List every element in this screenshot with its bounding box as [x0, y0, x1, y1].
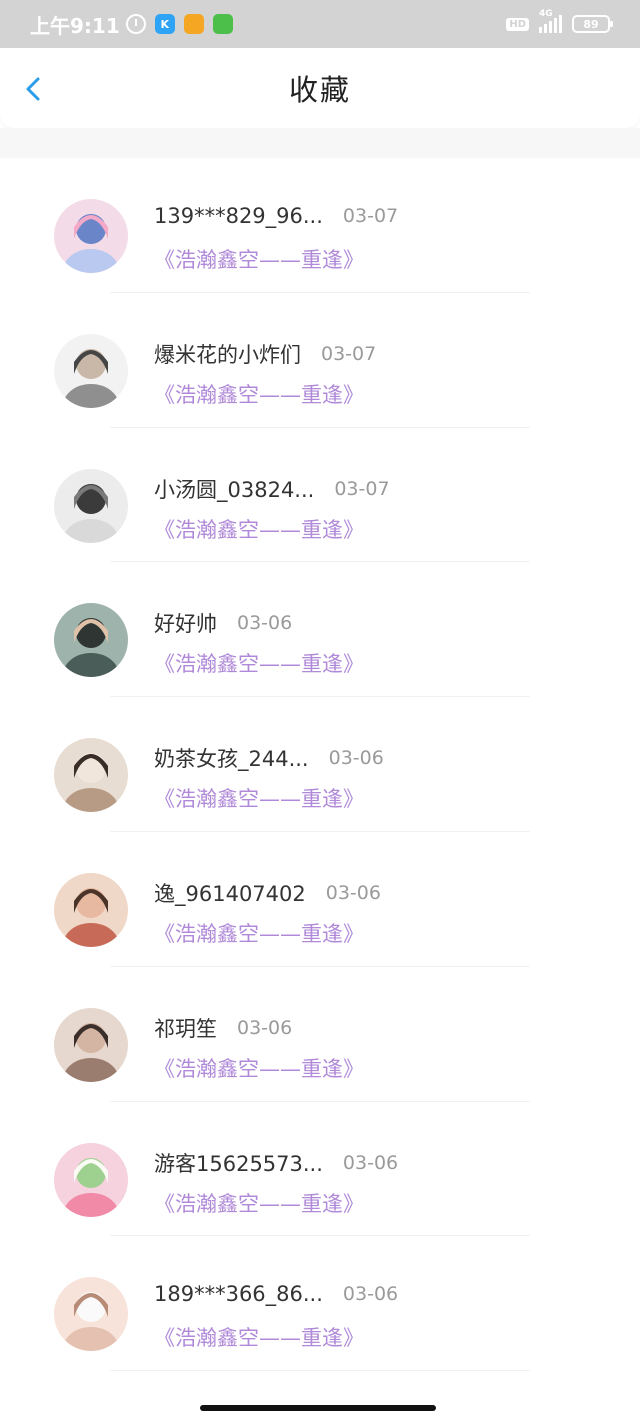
green-app-icon: [212, 14, 233, 34]
favorites-list: 139***829_96... 03-07 《浩瀚鑫空——重逢》 爆米花的小炸们…: [0, 158, 640, 1372]
avatar[interactable]: [54, 603, 128, 678]
item-header: 逸_961407402 03-06: [154, 878, 381, 908]
network-type: 4G: [539, 9, 553, 19]
list-item[interactable]: 祁玥笙 03-06 《浩瀚鑫空——重逢》: [0, 967, 640, 1102]
list-item[interactable]: 爆米花的小炸们 03-07 《浩瀚鑫空——重逢》: [0, 293, 640, 428]
avatar[interactable]: [54, 738, 128, 813]
item-header: 小汤圆_03824... 03-07: [154, 474, 390, 504]
avatar[interactable]: [54, 199, 128, 273]
user-name[interactable]: 小汤圆_03824...: [154, 474, 314, 504]
item-header: 189***366_86... 03-06: [154, 1282, 398, 1306]
item-header: 139***829_96... 03-07: [154, 204, 398, 228]
signal-icon: 4G: [539, 9, 562, 33]
avatar-image: [54, 1142, 128, 1217]
work-title-link[interactable]: 《浩瀚鑫空——重逢》: [154, 379, 364, 409]
favorite-date: 03-07: [334, 477, 390, 500]
user-name[interactable]: 爆米花的小炸们: [154, 339, 301, 369]
alarm-icon: [125, 14, 146, 34]
avatar-image: [54, 872, 128, 947]
list-item[interactable]: 小汤圆_03824... 03-07 《浩瀚鑫空——重逢》: [0, 428, 640, 563]
user-name[interactable]: 逸_961407402: [154, 878, 306, 908]
favorite-date: 03-06: [237, 1016, 293, 1039]
avatar[interactable]: [54, 468, 128, 543]
user-name[interactable]: 祁玥笙: [154, 1013, 217, 1043]
work-title-link[interactable]: 《浩瀚鑫空——重逢》: [154, 783, 364, 813]
avatar-image: [54, 603, 128, 678]
avatar-image: [54, 738, 128, 813]
item-header: 爆米花的小炸们 03-07: [154, 339, 376, 369]
page-title: 收藏: [288, 73, 351, 107]
back-button[interactable]: [22, 76, 48, 102]
folder-app-icon: [183, 14, 204, 34]
item-header: 游客15625573... 03-06: [154, 1148, 398, 1178]
header-gap: [0, 128, 640, 158]
list-item[interactable]: 逸_961407402 03-06 《浩瀚鑫空——重逢》: [0, 832, 640, 967]
avatar[interactable]: [54, 333, 128, 408]
list-item[interactable]: 游客15625573... 03-06 《浩瀚鑫空——重逢》: [0, 1102, 640, 1237]
battery-level: 89: [583, 17, 599, 31]
hd-badge: HD: [506, 17, 529, 31]
avatar[interactable]: [54, 872, 128, 947]
work-title-link[interactable]: 《浩瀚鑫空——重逢》: [154, 1188, 364, 1218]
user-name[interactable]: 189***366_86...: [154, 1282, 323, 1306]
status-bar: 上午9:11 K HD 4G 89: [0, 0, 640, 48]
chevron-left-icon: [26, 77, 40, 101]
home-indicator[interactable]: [200, 1405, 436, 1411]
battery-icon: 89: [572, 15, 613, 33]
header: 收藏: [0, 48, 640, 128]
favorite-date: 03-06: [328, 747, 384, 770]
avatar-image: [54, 199, 128, 273]
list-item[interactable]: 139***829_96... 03-07 《浩瀚鑫空——重逢》: [0, 158, 640, 293]
item-header: 奶茶女孩_244... 03-06: [154, 743, 384, 773]
user-name[interactable]: 游客15625573...: [154, 1148, 323, 1178]
favorite-date: 03-07: [342, 205, 399, 227]
avatar[interactable]: [54, 1007, 128, 1082]
work-title-link[interactable]: 《浩瀚鑫空——重逢》: [154, 244, 364, 274]
user-name[interactable]: 奶茶女孩_244...: [154, 743, 309, 773]
list-item[interactable]: 奶茶女孩_244... 03-06 《浩瀚鑫空——重逢》: [0, 697, 640, 832]
work-title-link[interactable]: 《浩瀚鑫空——重逢》: [154, 1053, 364, 1083]
avatar-image: [54, 333, 128, 408]
work-title-link[interactable]: 《浩瀚鑫空——重逢》: [154, 514, 364, 544]
favorite-date: 03-06: [237, 612, 293, 635]
work-title-link[interactable]: 《浩瀚鑫空——重逢》: [154, 648, 364, 678]
avatar[interactable]: [54, 1277, 128, 1352]
divider: [110, 1370, 530, 1372]
favorite-date: 03-06: [325, 881, 381, 904]
favorite-date: 03-06: [342, 1151, 399, 1174]
work-title-link[interactable]: 《浩瀚鑫空——重逢》: [154, 1322, 364, 1352]
user-name[interactable]: 139***829_96...: [154, 204, 323, 228]
item-header: 好好帅 03-06: [154, 608, 292, 638]
avatar-image: [54, 1277, 128, 1352]
favorite-date: 03-06: [342, 1283, 399, 1306]
item-header: 祁玥笙 03-06: [154, 1013, 292, 1043]
avatar-image: [54, 1007, 128, 1082]
k-app-icon: K: [154, 14, 175, 34]
avatar-image: [54, 468, 128, 543]
avatar[interactable]: [54, 1142, 128, 1217]
user-name[interactable]: 好好帅: [154, 608, 217, 638]
list-item[interactable]: 好好帅 03-06 《浩瀚鑫空——重逢》: [0, 562, 640, 698]
work-title-link[interactable]: 《浩瀚鑫空——重逢》: [154, 918, 364, 948]
favorite-date: 03-07: [321, 342, 377, 365]
list-item[interactable]: 189***366_86... 03-06 《浩瀚鑫空——重逢》: [0, 1236, 640, 1372]
status-time: 上午9:11: [30, 13, 120, 38]
